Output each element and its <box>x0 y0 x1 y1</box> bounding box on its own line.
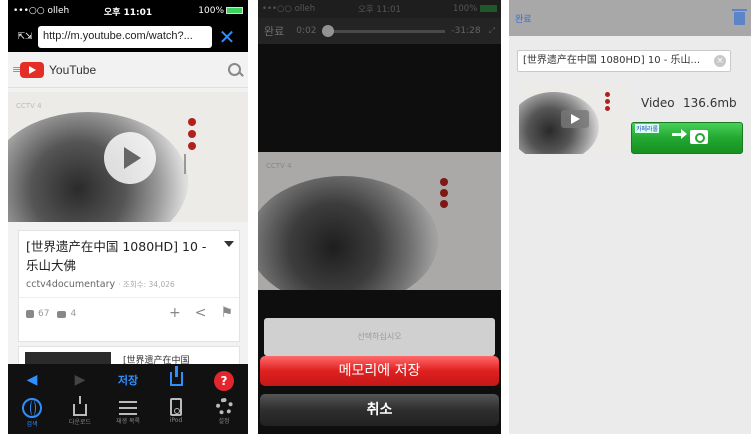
youtube-browser-screen: •••○○ olleh 오후 11:01 100% ⇱⇲ http://m.yo… <box>8 0 248 434</box>
video-thumbnail[interactable] <box>519 84 627 154</box>
like-icon[interactable] <box>26 310 34 318</box>
search-icon[interactable] <box>226 61 244 79</box>
tab-settings[interactable]: 설정 <box>200 396 248 434</box>
arrow-right-icon <box>672 129 687 139</box>
camera-icon <box>690 130 708 144</box>
comment-icon[interactable] <box>57 310 67 318</box>
ipod-icon <box>170 398 182 416</box>
video-actions: + < ⚑ <box>169 305 233 321</box>
tab-bar: 검색 다운로드 재생 목록 iPod 설정 <box>8 396 248 434</box>
battery-icon <box>226 7 244 14</box>
tab-label: iPod <box>169 417 183 424</box>
battery-percent: 100% <box>198 6 225 16</box>
channel-line: cctv4documentary · 조회수: 34,026 <box>26 279 175 290</box>
chevron-down-icon[interactable] <box>224 241 234 247</box>
globe-icon <box>22 398 42 418</box>
tab-label: 설정 <box>218 418 230 425</box>
red-seal-icon <box>188 130 196 138</box>
bottom-toolbar: ◀ ▶ 저장 ? 검색 다운로드 재생 목록 iPod 설정 <box>8 364 248 434</box>
red-seal-icon <box>605 106 610 111</box>
clock: 오후 11:01 <box>103 7 153 18</box>
view-count: · 조회수: 34,026 <box>118 280 175 289</box>
nav-bar: 완료 <box>509 0 751 36</box>
done-button[interactable]: 완료 <box>515 12 734 25</box>
save-to-camera-roll-button[interactable]: 카메라롤 <box>631 122 743 154</box>
url-field[interactable]: http://m.youtube.com/watch?... <box>38 26 212 48</box>
play-icon[interactable] <box>561 110 589 128</box>
mountain-painting <box>8 112 188 222</box>
comment-count: 4 <box>70 309 77 319</box>
title-field[interactable]: [世界遗产在中国 1080HD] 10 - 乐山... × <box>517 50 731 72</box>
title-field-value: [世界遗产在中国 1080HD] 10 - 乐山... <box>523 55 701 66</box>
file-size: 136.6mb <box>683 96 737 110</box>
save-to-memory-button[interactable]: 메모리에 저장 <box>260 356 499 386</box>
channel-name[interactable]: cctv4documentary <box>26 279 115 290</box>
video-thumbnail[interactable]: CCTV 4 <box>8 92 248 222</box>
tab-label: 검색 <box>26 421 38 428</box>
back-arrow-icon[interactable]: ◀ <box>8 372 56 388</box>
tab-search[interactable]: 검색 <box>8 396 56 434</box>
video-stats: 67 4 <box>26 309 76 319</box>
red-seal-icon <box>605 99 610 104</box>
red-seal-icon <box>605 92 610 97</box>
player-action-sheet-screen: •••○○ olleh 오후 11:01 100% 완료 0:02 -31:28… <box>258 0 501 434</box>
download-icon <box>73 396 87 416</box>
help-icon: ? <box>214 370 234 391</box>
battery: 100% <box>166 6 244 16</box>
url-bar: ⇱⇲ http://m.youtube.com/watch?... ✕ <box>8 22 248 52</box>
play-button[interactable] <box>104 132 156 184</box>
youtube-header: ≡ YouTube <box>8 52 248 88</box>
list-icon <box>119 401 137 415</box>
video-title[interactable]: [世界遗产在中国 1080HD] 10 - 乐山大佛 <box>26 237 222 275</box>
tab-downloads[interactable]: 다운로드 <box>56 396 104 434</box>
close-icon[interactable]: ✕ <box>212 25 242 49</box>
flag-icon[interactable]: ⚑ <box>220 305 233 321</box>
site-name[interactable]: YouTube <box>49 63 226 77</box>
divider <box>19 297 239 298</box>
calligraphy <box>184 154 186 174</box>
red-seal-icon <box>188 142 196 150</box>
fullscreen-toggle-icon[interactable]: ⇱⇲ <box>12 33 38 42</box>
tab-label: 다운로드 <box>68 419 92 426</box>
clear-icon[interactable]: × <box>714 55 726 67</box>
add-icon[interactable]: + <box>169 305 181 321</box>
save-button[interactable]: 저장 <box>104 372 152 388</box>
tab-ipod[interactable]: iPod <box>152 396 200 434</box>
media-type: Video <box>641 96 675 110</box>
detail-body: [世界遗产在中国 1080HD] 10 - 乐山... × Video 136.… <box>509 36 751 434</box>
share-box-icon <box>169 365 183 386</box>
status-bar: •••○○ olleh 오후 11:01 100% <box>8 0 248 22</box>
watermark: CCTV 4 <box>16 102 42 110</box>
download-detail-screen: 완료 [世界遗产在中国 1080HD] 10 - 乐山... × Video 1… <box>509 0 751 434</box>
carrier: •••○○ olleh <box>13 6 70 16</box>
share-icon[interactable]: < <box>195 305 207 321</box>
forward-arrow-icon[interactable]: ▶ <box>56 372 104 388</box>
camera-roll-label: 카메라롤 <box>635 124 660 133</box>
red-seal-icon <box>188 118 196 126</box>
share-button[interactable] <box>152 365 200 390</box>
action-sheet-title: 선택하십시오 <box>264 318 495 356</box>
video-info-card: [世界遗产在中国 1080HD] 10 - 乐山大佛 cctv4document… <box>18 230 240 342</box>
tab-label: 재생 목록 <box>116 418 140 425</box>
trash-icon[interactable] <box>732 8 747 25</box>
tab-playlist[interactable]: 재생 목록 <box>104 396 152 434</box>
gear-icon <box>215 398 233 415</box>
help-button[interactable]: ? <box>200 370 248 391</box>
cancel-button[interactable]: 취소 <box>260 394 499 426</box>
menu-icon[interactable]: ≡ <box>12 63 21 76</box>
like-count: 67 <box>38 309 50 319</box>
youtube-logo-icon[interactable] <box>20 61 44 78</box>
action-row: ◀ ▶ 저장 ? <box>8 364 248 396</box>
